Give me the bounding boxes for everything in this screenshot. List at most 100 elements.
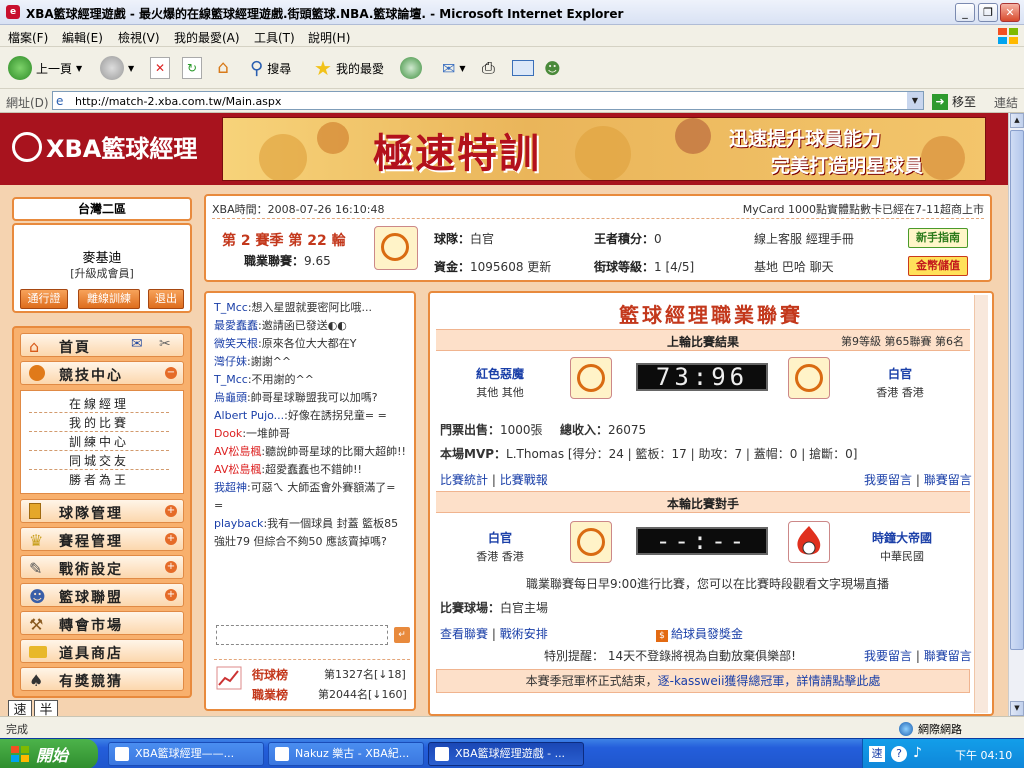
chat-nick[interactable]: 最愛蠢蠢 [214, 319, 258, 332]
player-bonus-link[interactable]: 給球員發獎金 [671, 627, 743, 641]
next-home-name[interactable]: 白官 [460, 529, 540, 546]
chat-input[interactable] [216, 625, 388, 645]
taskbar-item-3[interactable]: XBA籃球經理遊戲 - ... [428, 742, 584, 766]
volume-icon[interactable]: ♪ [913, 745, 922, 761]
scroll-up-icon[interactable]: ▲ [1010, 113, 1024, 128]
tactics-link[interactable]: 戰術安排 [500, 627, 548, 641]
subnav-training-center[interactable]: 訓練中心 [29, 433, 169, 451]
away-team-logo[interactable] [788, 357, 830, 399]
page-scrollbar[interactable]: ▲ ▼ [1008, 113, 1024, 716]
subnav-online-managers[interactable]: 在線經理 [29, 395, 169, 413]
ime-icon[interactable]: 速 [869, 746, 885, 762]
view-league-link[interactable]: 查看聯賽 [440, 627, 488, 641]
passport-button[interactable]: 通行證 [20, 289, 68, 309]
chat-nick[interactable]: Albert Pujo... [214, 409, 284, 422]
logout-button[interactable]: 退出 [148, 289, 184, 309]
chat-nick[interactable]: Dook [214, 427, 242, 440]
home-team-name[interactable]: 紅色惡魔 [460, 365, 540, 382]
chat-nick[interactable]: 灣仔妹 [214, 355, 247, 368]
service-links[interactable]: 線上客服 經理手冊 [754, 230, 854, 247]
menu-tools[interactable]: 工具(T) [254, 29, 295, 46]
subnav-my-matches[interactable]: 我的比賽 [29, 414, 169, 432]
home-team-logo[interactable] [570, 357, 612, 399]
nav-home[interactable]: ⌂ 首頁 ✉ ✂ [20, 333, 184, 357]
nav-competition[interactable]: 競技中心 − [20, 361, 184, 385]
search-button[interactable]: ⚲ 搜尋 [250, 55, 291, 81]
expand-icon[interactable]: + [165, 505, 177, 517]
team-logo[interactable] [374, 226, 418, 270]
nav-schedule[interactable]: ♛ 賽程管理 + [20, 527, 184, 551]
chat-nick[interactable]: 烏龜頭 [214, 391, 247, 404]
away-team-name[interactable]: 白官 [860, 365, 940, 382]
menu-favorites[interactable]: 我的最愛(A) [174, 29, 240, 46]
expand-icon[interactable]: + [165, 589, 177, 601]
leave-message-link[interactable]: 我要留言 [864, 649, 912, 663]
chat-send-button[interactable]: ↵ [394, 627, 410, 643]
stop-button[interactable]: ✕ [150, 55, 170, 81]
league-message-link[interactable]: 聯賽留言 [924, 473, 972, 487]
expand-icon[interactable]: + [165, 533, 177, 545]
update-link[interactable]: 更新 [527, 260, 551, 274]
scroll-down-icon[interactable]: ▼ [1010, 701, 1024, 716]
mail-icon[interactable]: ✉ [131, 336, 143, 352]
league-scrollbar[interactable] [974, 295, 988, 713]
maximize-button[interactable]: ❐ [978, 3, 998, 22]
chat-nick[interactable]: T_Mcc [214, 301, 248, 314]
community-links[interactable]: 基地 巴哈 聊天 [754, 258, 834, 275]
subnav-winner[interactable]: 勝者為王 [29, 471, 169, 489]
subnav-local-friends[interactable]: 同城交友 [29, 452, 169, 470]
next-home-logo[interactable] [570, 521, 612, 563]
messenger-button[interactable]: ☻ [544, 55, 561, 81]
nav-transfer[interactable]: ⚒ 轉會市場 [20, 611, 184, 635]
next-away-logo[interactable] [788, 521, 830, 563]
address-dropdown-icon[interactable]: ▼ [907, 92, 923, 109]
back-button[interactable]: 上一頁 ▼ [8, 55, 82, 81]
ime-speed-button[interactable]: 速 [8, 700, 32, 716]
refresh-button[interactable]: ↻ [182, 55, 202, 81]
home-button[interactable]: ⌂ [212, 55, 234, 81]
user-role[interactable]: [升級成會員] [14, 265, 190, 281]
expand-icon[interactable]: + [165, 561, 177, 573]
gold-topup-button[interactable]: 金幣儲值 [908, 256, 968, 276]
edit-button[interactable] [512, 55, 534, 81]
chat-nick[interactable]: AV松島楓 [214, 445, 261, 458]
go-button[interactable]: ➜ 移至 [932, 93, 976, 110]
menu-view[interactable]: 檢視(V) [118, 29, 160, 46]
collapse-icon[interactable]: − [165, 367, 177, 379]
next-away-name[interactable]: 時鐘大帝國 [854, 529, 950, 546]
match-stats-link[interactable]: 比賽統計 [440, 473, 488, 487]
menu-file[interactable]: 檔案(F) [8, 29, 48, 46]
print-button[interactable]: ⎙ [482, 55, 495, 81]
promo-banner[interactable]: 極速特訓 迅速提升球員能力 完美打造明星球員 [222, 117, 986, 181]
help-icon[interactable]: ? [891, 746, 907, 762]
forward-button[interactable]: ▼ [100, 55, 134, 81]
chat-nick[interactable]: T_Mcc [214, 373, 248, 386]
favorites-button[interactable]: ★ 我的最愛 [314, 55, 384, 81]
minimize-button[interactable]: _ [955, 3, 975, 22]
offline-training-button[interactable]: 離線訓練 [78, 289, 140, 309]
nav-tactics[interactable]: ✎ 戰術設定 + [20, 555, 184, 579]
close-button[interactable]: ✕ [1000, 3, 1020, 22]
news-ticker[interactable]: MyCard 1000點實體點數卡已經在7-11超商上市 [743, 201, 984, 217]
user-name[interactable]: 麥基迪 [14, 247, 190, 266]
leave-message-link[interactable]: 我要留言 [864, 473, 912, 487]
taskbar-item-2[interactable]: Nakuz 樂古 - XBA紀... [268, 742, 424, 766]
chat-nick[interactable]: playback [214, 517, 263, 530]
newbie-guide-button[interactable]: 新手指南 [908, 228, 968, 248]
nav-shop[interactable]: 道具商店 [20, 639, 184, 663]
tools-icon[interactable]: ✂ [159, 336, 171, 352]
league-message-link[interactable]: 聯賽留言 [924, 649, 972, 663]
history-button[interactable] [400, 55, 422, 81]
scroll-thumb[interactable] [1010, 130, 1024, 650]
chat-nick[interactable]: AV松島楓 [214, 463, 261, 476]
mail-button[interactable]: ✉ ▼ [442, 55, 466, 81]
start-button[interactable]: 開始 [0, 739, 98, 768]
match-report-link[interactable]: 比賽戰報 [500, 473, 548, 487]
address-input[interactable]: e http://match-2.xba.com.tw/Main.aspx ▼ [52, 91, 924, 110]
menu-help[interactable]: 說明(H) [308, 29, 350, 46]
ime-half-button[interactable]: 半 [34, 700, 58, 716]
notice-link[interactable]: 逐-kassweii獲得總冠軍，詳情請點擊此處 [658, 674, 881, 688]
taskbar-item-1[interactable]: XBA籃球經理——... [108, 742, 264, 766]
links-button[interactable]: 連結 [994, 94, 1018, 111]
nav-team[interactable]: 球隊管理 + [20, 499, 184, 523]
